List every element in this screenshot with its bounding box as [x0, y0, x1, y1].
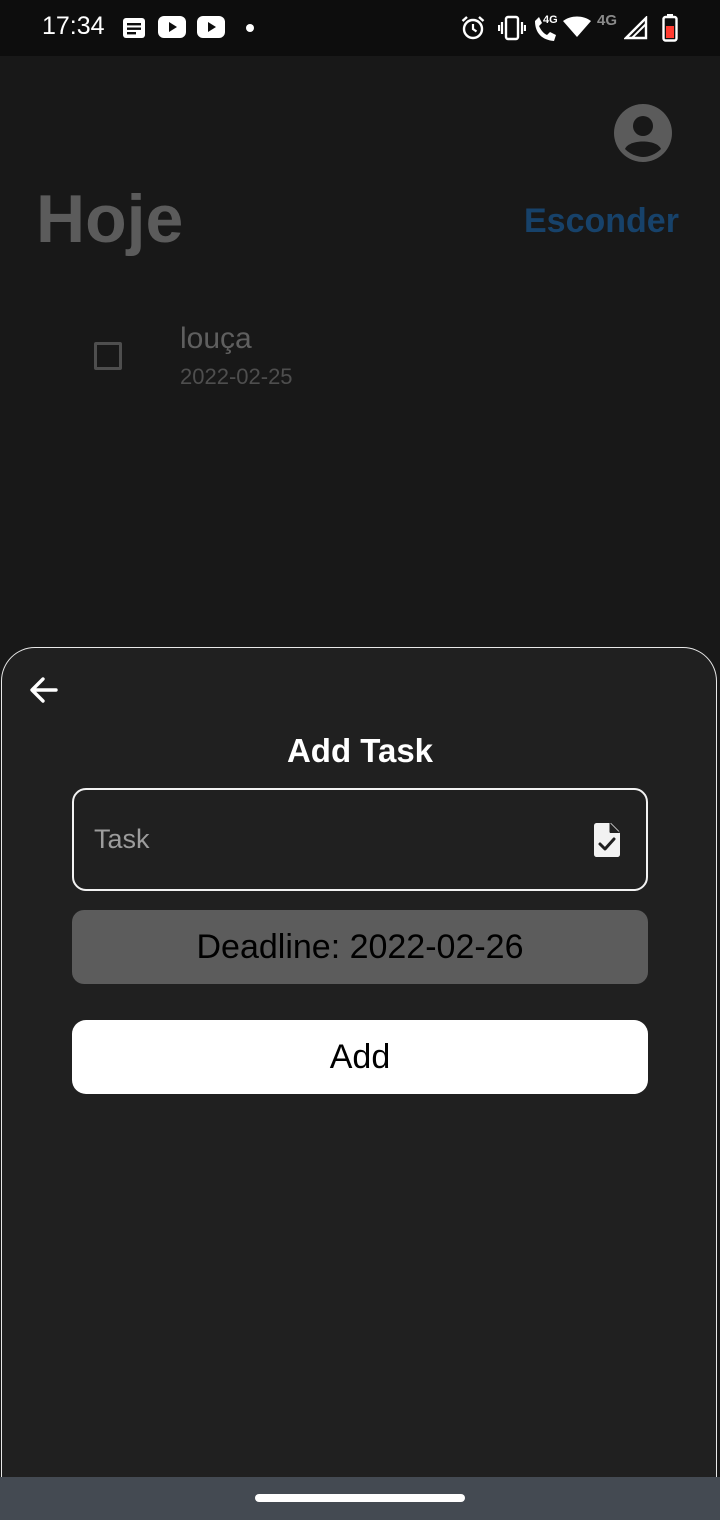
task-list-item[interactable]: louça 2022-02-25 [0, 320, 720, 400]
battery-icon [662, 14, 678, 42]
home-indicator[interactable] [255, 1494, 465, 1502]
status-bar: 17:34 4G 4G [0, 0, 720, 56]
deadline-button[interactable]: Deadline: 2022-02-26 [72, 910, 648, 984]
account-circle-icon[interactable] [613, 103, 673, 163]
signal-label: 4G [597, 12, 618, 29]
arrow-back-icon[interactable] [26, 672, 62, 708]
wifi-icon [563, 16, 591, 37]
sheet-title: Add Task [286, 732, 434, 769]
add-button[interactable]: Add [72, 1020, 648, 1094]
youtube-icon [197, 16, 225, 38]
task-field [72, 788, 648, 891]
hide-button[interactable]: Esconder [524, 202, 679, 241]
task-name: louça [180, 322, 252, 355]
document-check-icon [594, 823, 620, 857]
task-input[interactable] [74, 790, 646, 889]
add-task-sheet: Add Task Deadline: 2022-02-26 Add [1, 647, 717, 1487]
navigation-bar [0, 1477, 720, 1520]
volte-label: 4G [543, 14, 558, 26]
task-checkbox[interactable] [94, 342, 122, 370]
youtube-icon [158, 16, 186, 38]
task-date: 2022-02-25 [180, 364, 293, 389]
signal-icon [624, 16, 648, 40]
vibrate-icon [498, 15, 526, 41]
news-icon [123, 18, 145, 38]
alarm-icon [461, 16, 485, 40]
status-time: 17:34 [42, 12, 105, 40]
page-title: Hoje [36, 181, 184, 257]
notification-dot-icon [246, 24, 254, 32]
